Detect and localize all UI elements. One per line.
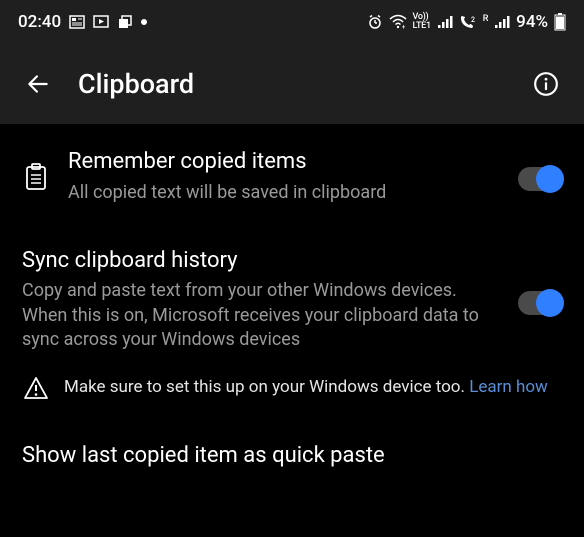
play-icon [93, 14, 109, 30]
r-text: R [483, 14, 488, 24]
sync-warning: Make sure to set this up on your Windows… [0, 362, 584, 420]
quickpaste-title: Show last copied item as quick paste [22, 442, 562, 471]
status-bar: 02:40 + Vo)) LTE1 2 R 94% [0, 0, 584, 44]
battery-text: 94% [516, 12, 548, 32]
status-time: 02:40 [18, 12, 61, 32]
clipboard-icon [22, 161, 50, 191]
warning-message: Make sure to set this up on your Windows… [64, 377, 469, 397]
call-icon: 2 [459, 14, 477, 30]
signal-icon-1 [437, 15, 453, 29]
info-button[interactable] [528, 66, 564, 102]
battery-icon [554, 13, 566, 31]
dot-icon [141, 19, 147, 25]
back-button[interactable] [20, 66, 56, 102]
sync-title: Sync clipboard history [22, 247, 500, 276]
app-bar: Clipboard [0, 44, 584, 124]
remember-title: Remember copied items [68, 148, 500, 177]
volte-text: Vo)) LTE1 [413, 13, 431, 31]
sync-toggle[interactable] [518, 291, 562, 315]
news-icon [69, 14, 85, 30]
warning-icon [22, 376, 50, 400]
warning-text: Make sure to set this up on your Windows… [64, 376, 548, 400]
learn-how-link[interactable]: Learn how [469, 377, 548, 397]
alarm-icon [367, 14, 383, 30]
setting-quickpaste[interactable]: Show last copied item as quick paste [0, 420, 584, 477]
remember-toggle[interactable] [518, 167, 562, 191]
page-title: Clipboard [78, 68, 194, 100]
remember-subtitle: All copied text will be saved in clipboa… [68, 181, 500, 205]
settings-content: Remember copied items All copied text wi… [0, 124, 584, 497]
setting-sync[interactable]: Sync clipboard history Copy and paste te… [0, 219, 584, 362]
svg-text:2: 2 [471, 16, 475, 24]
sync-subtitle: Copy and paste text from your other Wind… [22, 279, 500, 352]
signal-icon-2 [494, 15, 510, 29]
wifi-icon: + [389, 14, 407, 30]
stack-icon [117, 14, 133, 30]
setting-remember[interactable]: Remember copied items All copied text wi… [0, 124, 584, 219]
svg-text:+: + [402, 24, 406, 30]
